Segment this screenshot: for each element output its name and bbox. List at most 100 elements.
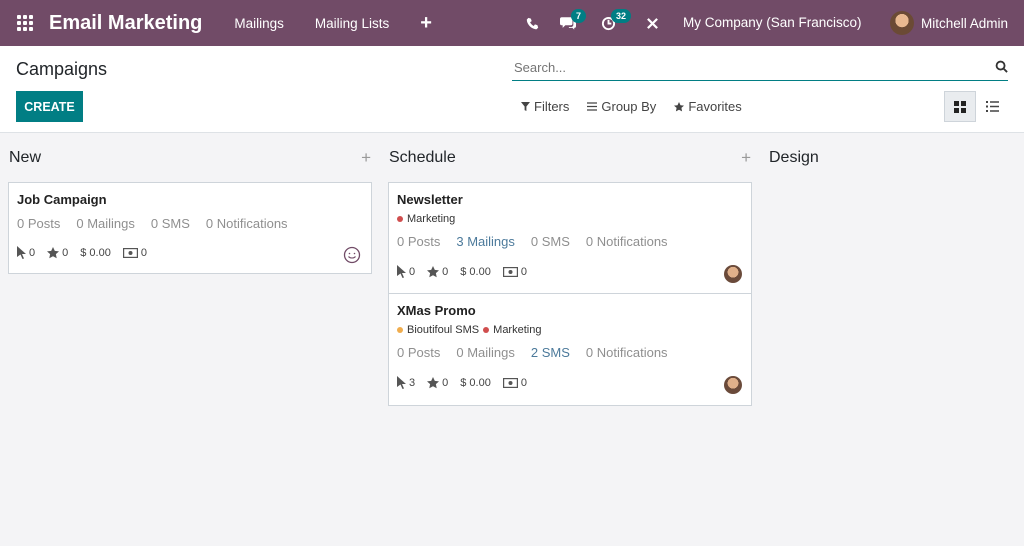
activities-badge: 32 — [611, 9, 632, 23]
campaign-kpis: 3 0 $ 0.00 0 — [397, 376, 743, 389]
groupby-dropdown[interactable]: Group By — [587, 99, 656, 114]
tag-dot — [483, 327, 490, 333]
company-switcher[interactable]: My Company (San Francisco) — [683, 15, 862, 30]
messages-icon[interactable]: 7 — [556, 0, 587, 46]
search-options: Filters Group By Favorites — [521, 99, 760, 114]
search-icon[interactable] — [995, 60, 1008, 78]
notifications-count[interactable]: 0 Notifications — [206, 216, 288, 231]
user-avatar — [890, 11, 914, 35]
mailings-count[interactable]: 0 Mailings — [456, 345, 515, 360]
user-menu[interactable]: Mitchell Admin — [890, 11, 1008, 35]
clicks-count: 3 — [409, 376, 416, 389]
column-header: Design — [768, 133, 1008, 182]
money-icon — [502, 377, 518, 388]
notifications-count[interactable]: 0 Notifications — [586, 345, 668, 360]
kanban-column-new: New + Job Campaign 0 Posts 0 Mailings 0 … — [8, 133, 372, 274]
favorites-dropdown[interactable]: Favorites — [674, 99, 742, 114]
star-icon — [427, 376, 440, 388]
campaign-card[interactable]: Newsletter Marketing 0 Posts 3 Mailings … — [388, 182, 752, 294]
filter-icon — [521, 102, 530, 111]
campaign-kpis: 0 0 $ 0.00 0 — [397, 265, 743, 278]
debug-tools-icon[interactable] — [640, 0, 664, 46]
campaign-kpis: 0 0 $ 0.00 0 — [17, 246, 363, 259]
systray: 7 32 — [520, 0, 664, 46]
cursor-icon — [397, 376, 406, 389]
campaign-card[interactable]: XMas Promo Bioutifoul SMS Marketing 0 Po… — [388, 294, 752, 406]
filters-label: Filters — [534, 99, 570, 114]
responsible-avatar[interactable] — [724, 265, 742, 283]
groupby-label: Group By — [601, 99, 657, 114]
campaign-name: Newsletter — [397, 192, 463, 207]
quick-create-icon[interactable]: + — [741, 148, 751, 168]
app-menu-icon[interactable] — [17, 15, 33, 31]
quick-create-icon[interactable]: + — [361, 148, 371, 168]
view-switcher — [944, 91, 1008, 122]
phone-icon[interactable] — [520, 0, 544, 46]
posts-count[interactable]: 0 Posts — [397, 234, 440, 249]
filters-dropdown[interactable]: Filters — [521, 99, 569, 114]
search-input[interactable] — [512, 55, 982, 79]
campaign-stats: 0 Posts 3 Mailings 0 SMS 0 Notifications — [397, 234, 743, 249]
tag-label: Marketing — [493, 324, 542, 336]
campaign-tags: Marketing — [397, 213, 743, 225]
column-header: New + — [8, 133, 372, 182]
list-view-icon — [985, 101, 999, 112]
favorites-label: Favorites — [688, 99, 742, 114]
sms-count[interactable]: 2 SMS — [531, 345, 570, 360]
campaign-stats: 0 Posts 0 Mailings 2 SMS 0 Notifications — [397, 345, 743, 360]
notifications-count[interactable]: 0 Notifications — [586, 234, 668, 249]
create-button[interactable]: CREATE — [16, 91, 83, 122]
sms-count[interactable]: 0 SMS — [531, 234, 570, 249]
posts-count[interactable]: 0 Posts — [17, 216, 60, 231]
cursor-icon — [17, 246, 26, 259]
list-icon — [587, 102, 598, 111]
star-icon — [47, 246, 60, 258]
kanban-icon — [954, 100, 966, 113]
revenue-value: $ 0.00 — [80, 246, 111, 259]
top-navbar: Email Marketing Mailings Mailing Lists +… — [0, 0, 1024, 46]
tag-label: Bioutifoul SMS — [407, 324, 480, 336]
no-responsible-icon[interactable] — [343, 246, 361, 269]
user-name: Mitchell Admin — [921, 15, 1009, 31]
tag-dot — [397, 216, 403, 222]
money-count: 0 — [520, 265, 527, 278]
kanban-column-schedule: Schedule + Newsletter Marketing 0 Posts … — [388, 133, 752, 406]
column-title: New — [9, 148, 42, 166]
kanban-view-button[interactable] — [944, 91, 976, 122]
tag-dot — [397, 327, 403, 333]
column-title: Schedule — [389, 148, 456, 166]
list-view-button[interactable] — [976, 91, 1008, 122]
menu-mailing-lists[interactable]: Mailing Lists — [315, 16, 389, 31]
posts-count[interactable]: 0 Posts — [397, 345, 440, 360]
campaign-stats: 0 Posts 0 Mailings 0 SMS 0 Notifications — [17, 216, 363, 231]
activities-icon[interactable]: 32 — [596, 0, 632, 46]
star-icon — [427, 265, 440, 277]
add-menu-icon[interactable]: + — [420, 13, 432, 33]
rating-count: 0 — [442, 376, 449, 389]
rating-count: 0 — [62, 246, 69, 259]
mailings-count[interactable]: 3 Mailings — [456, 234, 515, 249]
control-panel: Campaigns CREATE Filters Group By Favori… — [0, 46, 1024, 133]
column-header: Schedule + — [388, 133, 752, 182]
clicks-count: 0 — [409, 265, 416, 278]
money-count: 0 — [520, 376, 527, 389]
mailings-count[interactable]: 0 Mailings — [76, 216, 135, 231]
app-title[interactable]: Email Marketing — [49, 12, 202, 35]
responsible-avatar[interactable] — [724, 376, 742, 394]
campaign-name: XMas Promo — [397, 303, 476, 318]
search-bar — [512, 55, 1008, 81]
money-icon — [122, 247, 138, 258]
sms-count[interactable]: 0 SMS — [151, 216, 190, 231]
tag-label: Marketing — [407, 213, 456, 225]
campaign-card[interactable]: Job Campaign 0 Posts 0 Mailings 0 SMS 0 … — [8, 182, 372, 274]
kanban-column-design: Design — [768, 133, 1008, 182]
menu-mailings[interactable]: Mailings — [234, 16, 284, 31]
clicks-count: 0 — [29, 246, 36, 259]
column-title: Design — [769, 148, 819, 166]
rating-count: 0 — [442, 265, 449, 278]
revenue-value: $ 0.00 — [460, 265, 491, 278]
star-icon — [674, 101, 685, 111]
revenue-value: $ 0.00 — [460, 376, 491, 389]
money-count: 0 — [140, 246, 147, 259]
cursor-icon — [397, 265, 406, 278]
